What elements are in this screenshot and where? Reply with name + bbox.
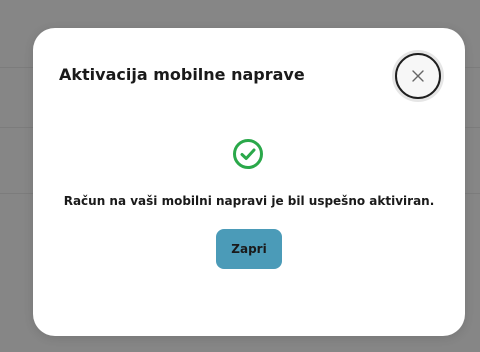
activation-dialog: Aktivacija mobilne naprave Račun na vaši… <box>33 28 465 336</box>
dialog-title: Aktivacija mobilne naprave <box>59 65 305 84</box>
close-icon <box>412 70 424 82</box>
close-dialog-button[interactable]: Zapri <box>216 229 282 269</box>
success-message: Račun na vaši mobilni napravi je bil usp… <box>63 194 435 208</box>
check-circle-icon <box>233 139 263 169</box>
close-button[interactable] <box>395 53 441 99</box>
